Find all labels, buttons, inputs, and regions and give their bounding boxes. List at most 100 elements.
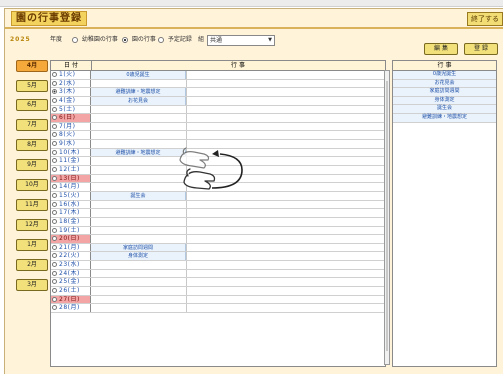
event-detail-cell[interactable]: [186, 79, 385, 88]
event-list-item[interactable]: お花見会: [393, 79, 496, 89]
month-tab-may[interactable]: 5月: [16, 80, 48, 92]
radio-circle-icon[interactable]: [52, 115, 57, 121]
radio-circle-icon[interactable]: [52, 97, 57, 103]
event-cell[interactable]: [91, 235, 186, 243]
radio-circle-icon[interactable]: [52, 192, 57, 198]
table-row[interactable]: 4(金) お花見会: [51, 96, 385, 106]
radio-selected-icon[interactable]: [52, 89, 57, 95]
date-cell[interactable]: 8(火): [51, 131, 91, 140]
event-cell[interactable]: [91, 131, 186, 139]
scrollbar-thumb[interactable]: [386, 81, 388, 351]
radio-circle-icon[interactable]: [52, 270, 57, 276]
event-cell[interactable]: [91, 287, 186, 295]
radio-circle-icon[interactable]: [52, 201, 57, 207]
event-cell[interactable]: [91, 261, 186, 269]
event-detail-cell[interactable]: [186, 217, 385, 226]
date-cell[interactable]: 26(土): [51, 287, 91, 295]
date-cell[interactable]: 14(月): [51, 183, 91, 191]
month-tab-aug[interactable]: 8月: [16, 139, 48, 151]
radio-circle-icon[interactable]: [52, 296, 57, 302]
table-row[interactable]: 18(金): [51, 217, 385, 227]
event-detail-cell[interactable]: [186, 278, 385, 287]
event-cell[interactable]: [91, 106, 186, 114]
radio-circle-icon[interactable]: [52, 279, 57, 285]
event-detail-cell[interactable]: [186, 295, 385, 304]
radio-circle-icon[interactable]: [52, 184, 57, 190]
event-cell[interactable]: 身体測定: [91, 252, 186, 261]
table-row[interactable]: 6(日): [51, 114, 385, 123]
date-cell[interactable]: 1(火): [51, 71, 91, 79]
event-list-item[interactable]: 家庭訪問週間: [393, 88, 496, 97]
date-cell[interactable]: 28(月): [51, 304, 91, 312]
radio-circle-icon[interactable]: [52, 262, 57, 268]
month-tab-jul[interactable]: 7月: [16, 119, 48, 131]
close-button[interactable]: 終了する: [467, 12, 503, 26]
radio-circle-icon[interactable]: [52, 132, 57, 138]
event-cell[interactable]: [91, 227, 186, 235]
table-row[interactable]: 17(木): [51, 209, 385, 218]
event-detail-cell[interactable]: [186, 235, 385, 243]
date-cell[interactable]: 11(金): [51, 157, 91, 166]
event-detail-cell[interactable]: [186, 304, 385, 312]
event-cell[interactable]: [91, 218, 186, 226]
group-select[interactable]: 共通 ▼: [207, 35, 275, 46]
table-row[interactable]: 5(土): [51, 105, 385, 115]
table-row[interactable]: 28(月): [51, 304, 385, 313]
radio-circle-icon[interactable]: [52, 210, 57, 216]
table-row[interactable]: 26(土): [51, 287, 385, 296]
radio-school-events[interactable]: 園の行事: [122, 35, 156, 45]
table-row[interactable]: 3(木) 避難訓練・地震想定: [51, 88, 385, 97]
event-detail-cell[interactable]: [186, 105, 385, 114]
month-tab-nov[interactable]: 11月: [16, 199, 48, 211]
radio-circle-icon[interactable]: [52, 141, 57, 147]
event-detail-cell[interactable]: [186, 287, 385, 295]
date-cell[interactable]: 2(水): [51, 79, 91, 88]
radio-circle-icon[interactable]: [52, 227, 57, 233]
date-cell[interactable]: 17(木): [51, 209, 91, 217]
month-tab-jun[interactable]: 6月: [16, 99, 48, 111]
radio-circle-icon[interactable]: [52, 288, 57, 294]
event-cell[interactable]: お花見会: [91, 96, 186, 105]
event-cell[interactable]: [91, 209, 186, 217]
event-detail-cell[interactable]: [186, 243, 385, 252]
event-cell[interactable]: [91, 80, 186, 88]
event-list-item[interactable]: 誕生会: [393, 105, 496, 114]
radio-circle-icon[interactable]: [52, 123, 57, 129]
date-cell[interactable]: 13(日): [51, 174, 91, 183]
date-cell[interactable]: 5(土): [51, 105, 91, 114]
event-detail-cell[interactable]: [186, 131, 385, 140]
date-cell[interactable]: 9(水): [51, 140, 91, 148]
event-detail-cell[interactable]: [186, 252, 385, 261]
event-list-item[interactable]: 0歳児誕生: [393, 71, 496, 80]
month-tab-jan[interactable]: 1月: [16, 239, 48, 251]
radio-circle-icon[interactable]: [52, 158, 57, 164]
radio-kindergarten-events[interactable]: 幼稚園の行事: [72, 35, 118, 45]
month-tab-oct[interactable]: 10月: [16, 179, 48, 191]
date-cell[interactable]: 18(金): [51, 217, 91, 226]
radio-circle-icon[interactable]: [52, 244, 57, 250]
event-list-item[interactable]: 避難訓練・地震想定: [393, 113, 496, 123]
date-cell[interactable]: 6(日): [51, 114, 91, 122]
radio-circle-icon[interactable]: [52, 305, 57, 311]
table-row[interactable]: 22(火) 身体測定: [51, 252, 385, 262]
date-cell[interactable]: 3(木): [51, 88, 91, 96]
event-cell[interactable]: [91, 270, 186, 278]
date-cell[interactable]: 22(火): [51, 252, 91, 261]
date-cell[interactable]: 12(土): [51, 166, 91, 174]
event-cell[interactable]: 家庭訪問週間: [91, 243, 186, 252]
month-tab-feb[interactable]: 2月: [16, 259, 48, 271]
table-row[interactable]: 24(木): [51, 269, 385, 279]
radio-schedule-record[interactable]: 予定記録: [158, 35, 192, 45]
date-cell[interactable]: 7(月): [51, 122, 91, 131]
event-detail-cell[interactable]: [186, 261, 385, 269]
table-row[interactable]: 8(火): [51, 131, 385, 141]
month-tab-mar[interactable]: 3月: [16, 279, 48, 291]
radio-circle-icon[interactable]: [52, 80, 57, 86]
event-cell[interactable]: 0歳児誕生: [91, 71, 186, 79]
event-detail-cell[interactable]: [186, 71, 385, 79]
table-row[interactable]: 23(水): [51, 261, 385, 270]
date-cell[interactable]: 10(木): [51, 148, 91, 157]
table-row[interactable]: 1(火) 0歳児誕生: [51, 71, 385, 80]
date-cell[interactable]: 19(土): [51, 226, 91, 235]
date-cell[interactable]: 4(金): [51, 96, 91, 105]
